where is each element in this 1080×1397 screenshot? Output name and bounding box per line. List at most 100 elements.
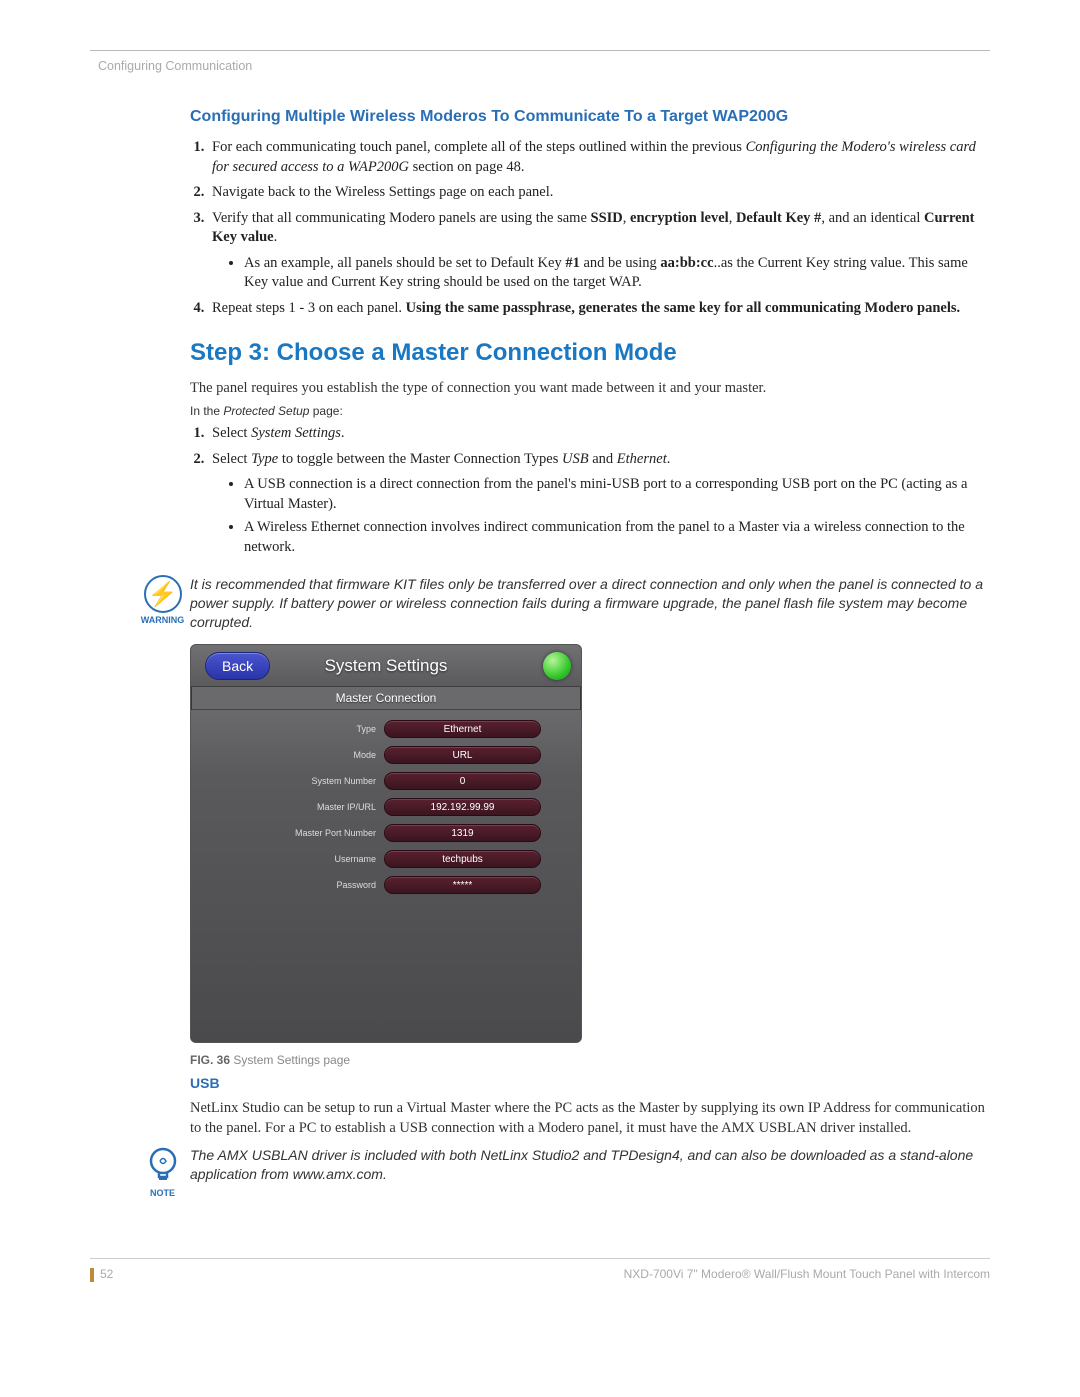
text-italic: USB <box>562 451 589 467</box>
field-label: System Number <box>201 776 384 786</box>
field-row: ModeURL <box>201 746 563 764</box>
usb-heading: USB <box>190 1075 990 1091</box>
text: A Wireless Ethernet connection involves … <box>244 519 965 555</box>
paragraph: The panel requires you establish the typ… <box>190 379 990 399</box>
list-item: As an example, all panels should be set … <box>244 254 990 293</box>
list-item: Repeat steps 1 - 3 on each panel. Using … <box>208 299 990 319</box>
text: . <box>667 451 671 467</box>
list-item: Select Type to toggle between the Master… <box>208 450 990 558</box>
field-label: Type <box>201 724 384 734</box>
password-field[interactable]: ***** <box>384 876 541 894</box>
text: Navigate back to the Wireless Settings p… <box>212 184 553 200</box>
panel-subtitle: Master Connection <box>192 687 580 710</box>
footer-text: NXD-700Vi 7" Modero® Wall/Flush Mount To… <box>624 1267 990 1282</box>
page-number: 52 <box>100 1267 113 1281</box>
panel-body: TypeEthernet ModeURL System Number0 Mast… <box>191 710 581 1042</box>
text-bold: aa:bb:cc <box>660 255 713 271</box>
footer: 52 NXD-700Vi 7" Modero® Wall/Flush Mount… <box>90 1258 990 1282</box>
small-text: In the Protected Setup page: <box>190 404 990 418</box>
field-label: Mode <box>201 750 384 760</box>
text: to toggle between the Master Connection … <box>278 451 562 467</box>
username-field[interactable]: techpubs <box>384 850 541 868</box>
header-rule <box>90 50 990 51</box>
text: As an example, all panels should be set … <box>244 255 565 271</box>
bullet-list: As an example, all panels should be set … <box>244 254 990 293</box>
master-port-field[interactable]: 1319 <box>384 824 541 842</box>
list-item: Verify that all communicating Modero pan… <box>208 209 990 293</box>
field-row: Master Port Number1319 <box>201 824 563 842</box>
warning-callout: ⚡ WARNING It is recommended that firmwar… <box>135 575 990 632</box>
field-row: Usernametechpubs <box>201 850 563 868</box>
field-label: Username <box>201 854 384 864</box>
ordered-list-1: For each communicating touch panel, comp… <box>190 138 990 319</box>
section-title-1: Configuring Multiple Wireless Moderos To… <box>190 108 990 126</box>
text-bold: #1 <box>565 255 580 271</box>
list-item: A Wireless Ethernet connection involves … <box>244 518 990 557</box>
text-bold: Default Key # <box>736 210 821 226</box>
text: Repeat steps 1 - 3 on each panel. <box>212 300 406 316</box>
panel-title: System Settings <box>325 656 448 676</box>
text: Select <box>212 425 251 441</box>
panel-topbar: Back System Settings <box>191 645 581 687</box>
text: For each communicating touch panel, comp… <box>212 139 746 155</box>
text: Verify that all communicating Modero pan… <box>212 210 591 226</box>
warning-icon-col: ⚡ WARNING <box>135 575 190 625</box>
master-ip-field[interactable]: 192.192.99.99 <box>384 798 541 816</box>
text: . <box>274 229 278 245</box>
text-italic: System Settings <box>251 425 341 441</box>
list-item: A USB connection is a direct connection … <box>244 475 990 514</box>
back-button[interactable]: Back <box>205 652 270 680</box>
text: A USB connection is a direct connection … <box>244 476 967 512</box>
page: Configuring Communication Configuring Mu… <box>0 0 1080 1312</box>
system-number-field[interactable]: 0 <box>384 772 541 790</box>
text: , and an identical <box>821 210 924 226</box>
text: In the <box>190 404 223 418</box>
note-text: The AMX USBLAN driver is included with b… <box>190 1146 990 1184</box>
field-row: System Number0 <box>201 772 563 790</box>
field-label: Master IP/URL <box>201 802 384 812</box>
text: and be using <box>580 255 661 271</box>
page-number-wrap: 52 <box>90 1267 113 1282</box>
mode-field[interactable]: URL <box>384 746 541 764</box>
usb-paragraph: NetLinx Studio can be setup to run a Vir… <box>190 1099 990 1138</box>
warning-text: It is recommended that firmware KIT file… <box>190 575 990 632</box>
text-italic: Ethernet <box>617 451 667 467</box>
list-item: For each communicating touch panel, comp… <box>208 138 990 177</box>
warning-label: WARNING <box>135 615 190 625</box>
list-item: Navigate back to the Wireless Settings p… <box>208 183 990 203</box>
field-row: TypeEthernet <box>201 720 563 738</box>
note-callout: NOTE The AMX USBLAN driver is included w… <box>135 1146 990 1198</box>
field-label: Master Port Number <box>201 828 384 838</box>
field-label: Password <box>201 880 384 890</box>
type-field[interactable]: Ethernet <box>384 720 541 738</box>
text-bold: encryption level <box>630 210 729 226</box>
figure-text: System Settings page <box>230 1053 350 1067</box>
system-settings-panel: Back System Settings Master Connection T… <box>190 644 582 1043</box>
warning-icon: ⚡ <box>144 575 182 613</box>
text: Select <box>212 451 251 467</box>
text: page: <box>309 404 342 418</box>
header-text: Configuring Communication <box>98 59 990 73</box>
footer-accent <box>90 1268 94 1282</box>
content-2: Back System Settings Master Connection T… <box>190 644 990 1138</box>
figure: Back System Settings Master Connection T… <box>190 644 990 1043</box>
figure-caption: FIG. 36 System Settings page <box>190 1053 990 1067</box>
field-row: Password***** <box>201 876 563 894</box>
text-italic: Type <box>251 451 278 467</box>
text: section on page 48. <box>409 159 525 175</box>
content: Configuring Multiple Wireless Moderos To… <box>190 108 990 557</box>
text-bold: Using the same passphrase, generates the… <box>406 300 960 316</box>
note-icon-col: NOTE <box>135 1146 190 1198</box>
lightbulb-icon <box>146 1146 180 1186</box>
lightning-icon: ⚡ <box>148 580 178 609</box>
text-bold: SSID <box>591 210 623 226</box>
text: and <box>589 451 617 467</box>
note-label: NOTE <box>135 1188 190 1198</box>
ordered-list-2: Select System Settings. Select Type to t… <box>190 424 990 557</box>
bullet-list: A USB connection is a direct connection … <box>244 475 990 557</box>
field-row: Master IP/URL192.192.99.99 <box>201 798 563 816</box>
step-heading: Step 3: Choose a Master Connection Mode <box>190 339 990 367</box>
list-item: Select System Settings. <box>208 424 990 444</box>
figure-number: FIG. 36 <box>190 1053 230 1067</box>
text-italic: Protected Setup <box>223 404 309 418</box>
